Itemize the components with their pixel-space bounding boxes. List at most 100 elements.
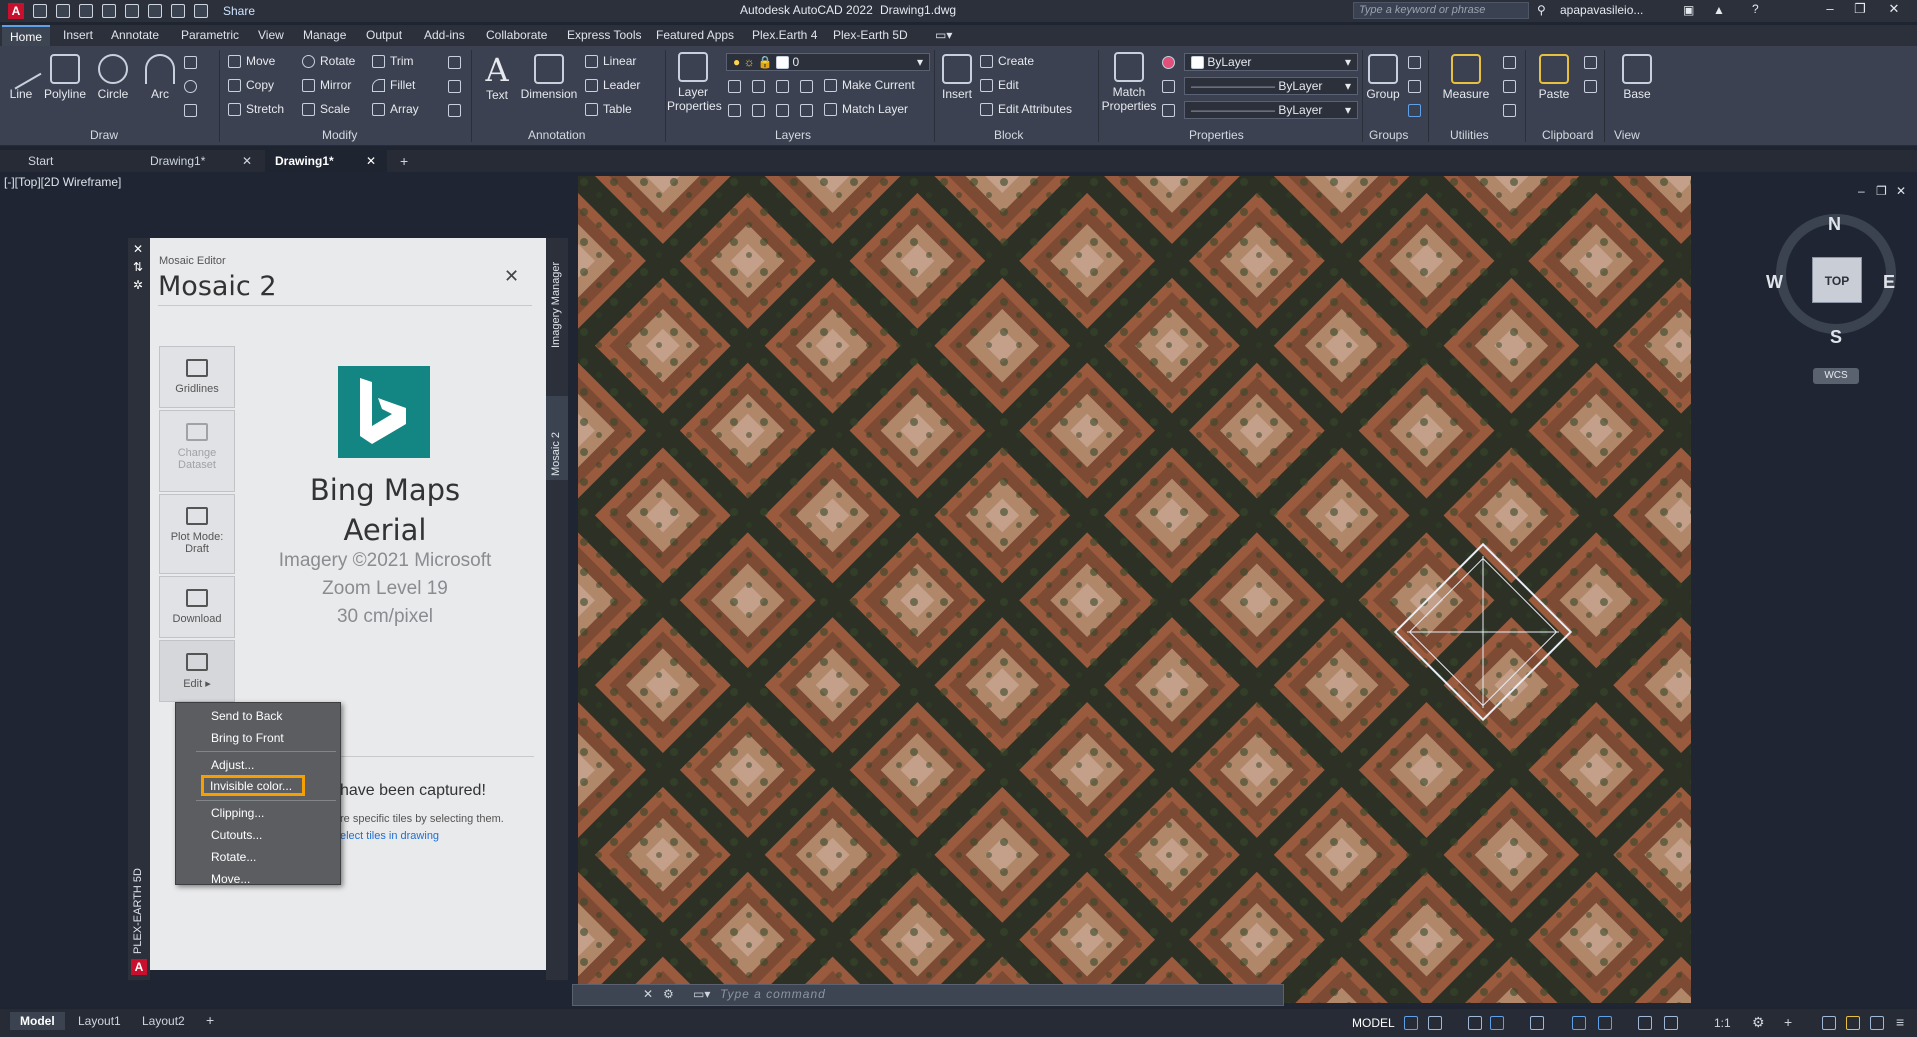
web-mobile-icon[interactable]	[125, 4, 139, 18]
erase-icon[interactable]	[448, 56, 461, 69]
search-icon[interactable]: ⚲	[1537, 3, 1546, 17]
tab-view[interactable]: View	[258, 28, 284, 42]
menu-item-move[interactable]: Move...	[177, 869, 340, 890]
group-edit-icon[interactable]	[1408, 80, 1421, 93]
gridlines-button[interactable]: Gridlines	[159, 346, 235, 408]
close-command-line-icon[interactable]: ✕	[643, 987, 653, 1001]
tab-annotate[interactable]: Annotate	[111, 28, 159, 42]
menu-item-send-to-back[interactable]: Send to Back	[177, 706, 340, 727]
help-icon[interactable]: ?	[1752, 2, 1759, 16]
offset-icon[interactable]	[448, 104, 461, 117]
share-button[interactable]: Share	[223, 4, 255, 18]
select-tiles-link[interactable]: elect tiles in drawing	[340, 830, 439, 842]
cart-icon[interactable]: ▣	[1683, 3, 1694, 17]
command-history-icon[interactable]: ▭▾	[693, 987, 710, 1001]
layers-panel-title[interactable]: Layers	[775, 128, 811, 142]
change-dataset-button[interactable]: Change Dataset	[159, 410, 235, 492]
tab-mosaic-2[interactable]: Mosaic 2	[550, 400, 562, 476]
tab-imagery-manager[interactable]: Imagery Manager	[550, 252, 562, 348]
layer-off-icon[interactable]	[728, 80, 741, 93]
auto-scale-icon[interactable]	[1664, 1016, 1678, 1030]
match-properties-button[interactable]: Match Properties	[1100, 52, 1158, 113]
model-space-label[interactable]: MODEL	[1352, 1016, 1395, 1030]
table-button[interactable]: Table	[585, 102, 632, 116]
workspace-gear-icon[interactable]: ⚙	[1752, 1014, 1765, 1031]
menu-item-cutouts[interactable]: Cutouts...	[177, 825, 340, 846]
aerial-imagery[interactable]	[578, 176, 1691, 1003]
plex-earth-palette-rail[interactable]: ✕ ⇅ ✲ PLEX-EARTH 5D A	[128, 238, 150, 980]
edit-block-button[interactable]: Edit	[980, 78, 1019, 92]
lineweight-dropdown[interactable]: ——————— ByLayer ▾	[1184, 101, 1358, 119]
plot-icon[interactable]	[148, 4, 162, 18]
rotate-button[interactable]: Rotate	[302, 54, 355, 68]
make-current-button[interactable]: Make Current	[824, 78, 915, 92]
polar-tracking-icon[interactable]	[1490, 1016, 1504, 1030]
close-tab-icon[interactable]: ✕	[242, 154, 252, 168]
calculator-icon[interactable]	[1503, 104, 1516, 117]
tab-collaborate[interactable]: Collaborate	[486, 28, 547, 42]
draw-panel-title[interactable]: Draw	[90, 128, 118, 142]
ribbon-options-icon[interactable]: ▭▾	[935, 28, 952, 42]
isolate-objects-icon[interactable]	[1870, 1016, 1884, 1030]
mirror-button[interactable]: Mirror	[302, 78, 351, 92]
groups-panel-title[interactable]: Groups	[1369, 128, 1408, 142]
tab-featured-apps[interactable]: Featured Apps	[656, 28, 734, 42]
tab-output[interactable]: Output	[366, 28, 402, 42]
modify-panel-title[interactable]: Modify	[322, 128, 357, 142]
linetype-icon[interactable]	[1162, 80, 1175, 93]
annotation-scale[interactable]: 1:1	[1714, 1016, 1731, 1030]
group-selection-icon[interactable]	[1408, 104, 1421, 117]
undo-icon[interactable]	[171, 4, 185, 18]
tab-manage[interactable]: Manage	[303, 28, 346, 42]
object-snap-tracking-icon[interactable]	[1572, 1016, 1586, 1030]
save-as-icon[interactable]	[102, 4, 116, 18]
restore-icon[interactable]: ❐	[1846, 1, 1874, 21]
block-panel-title[interactable]: Block	[994, 128, 1023, 142]
tab-home[interactable]: Home	[2, 25, 51, 46]
viewport-restore-icon[interactable]: ❐	[1876, 184, 1887, 198]
layer-on-icon[interactable]	[728, 104, 741, 117]
hatch-icon[interactable]	[184, 104, 197, 117]
wcs-menu[interactable]: WCS	[1813, 368, 1859, 384]
dimension-button[interactable]: Dimension	[518, 54, 580, 101]
customization-menu-icon[interactable]: ≡	[1896, 1014, 1904, 1030]
group-button[interactable]: Group	[1364, 54, 1402, 101]
lineweight-icon[interactable]	[1162, 104, 1175, 117]
autodesk-app-icon[interactable]: ▲	[1713, 3, 1725, 17]
color-wheel-icon[interactable]	[1162, 56, 1175, 69]
units-icon[interactable]	[1822, 1016, 1836, 1030]
scale-button[interactable]: Scale	[302, 102, 350, 116]
cut-icon[interactable]	[1584, 80, 1597, 93]
utilities-panel-title[interactable]: Utilities	[1450, 128, 1489, 142]
tab-start[interactable]: Start	[18, 150, 130, 172]
create-block-button[interactable]: Create	[980, 54, 1034, 68]
object-snap-icon[interactable]	[1598, 1016, 1612, 1030]
menu-item-rotate[interactable]: Rotate...	[177, 847, 340, 868]
palette-autohide-icon[interactable]: ⇅	[133, 260, 143, 274]
layer-properties-button[interactable]: Layer Properties	[667, 52, 722, 113]
menu-item-clipping[interactable]: Clipping...	[177, 803, 340, 824]
properties-panel-title[interactable]: Properties	[1189, 128, 1244, 142]
tab-express-tools[interactable]: Express Tools	[567, 28, 641, 42]
copy-clip-icon[interactable]	[1584, 56, 1597, 69]
add-layout-icon[interactable]: +	[206, 1012, 214, 1028]
paste-button[interactable]: Paste	[1530, 54, 1578, 101]
annotation-panel-title[interactable]: Annotation	[528, 128, 585, 142]
ortho-mode-icon[interactable]	[1468, 1016, 1482, 1030]
tab-model[interactable]: Model	[10, 1012, 65, 1030]
color-dropdown[interactable]: ByLayer ▾	[1184, 53, 1358, 71]
line-button[interactable]: Line	[0, 48, 42, 101]
help-search-input[interactable]: Type a keyword or phrase	[1353, 2, 1529, 19]
tab-insert[interactable]: Insert	[63, 28, 93, 42]
text-button[interactable]: A Text	[478, 52, 516, 102]
circle-button[interactable]: Circle	[95, 54, 131, 101]
quick-properties-icon[interactable]	[1846, 1016, 1860, 1030]
ellipse-icon[interactable]	[184, 80, 197, 93]
layer-thaw-icon[interactable]	[776, 104, 789, 117]
viewport-close-icon[interactable]: ✕	[1896, 184, 1906, 198]
isometric-drafting-icon[interactable]	[1530, 1016, 1544, 1030]
viewport-controls[interactable]: [-][Top][2D Wireframe]	[4, 175, 121, 189]
linear-button[interactable]: Linear	[585, 54, 636, 68]
menu-item-bring-to-front[interactable]: Bring to Front	[177, 728, 340, 749]
grid-display-icon[interactable]	[1404, 1016, 1418, 1030]
